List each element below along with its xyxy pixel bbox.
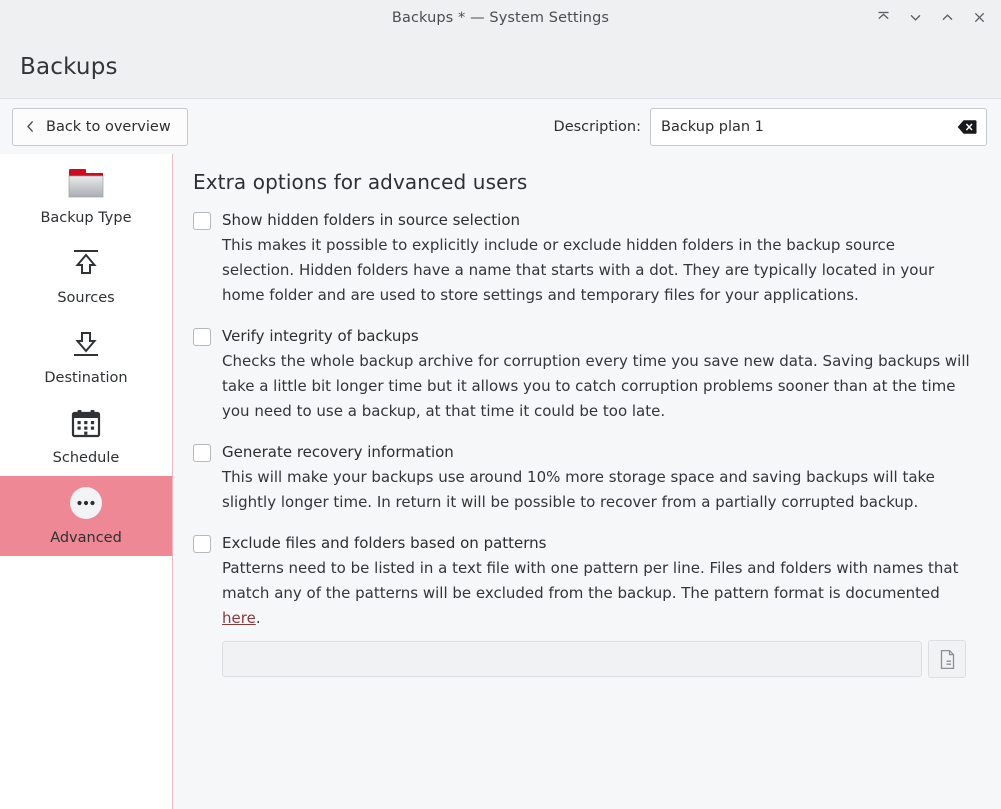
sidebar-item-sources[interactable]: Sources: [0, 236, 172, 316]
app-header: Backups: [0, 35, 1001, 99]
download-icon: [69, 322, 103, 364]
show-hidden-folders-checkbox[interactable]: [193, 212, 211, 230]
option-description: Patterns need to be listed in a text fil…: [222, 556, 970, 631]
option-header: Show hidden folders in source selection: [193, 210, 979, 231]
sidebar-item-destination[interactable]: Destination: [0, 316, 172, 396]
window-title: Backups * — System Settings: [391, 9, 610, 26]
keep-above-icon[interactable]: [867, 2, 899, 34]
exclude-patterns-checkbox[interactable]: [193, 535, 211, 553]
page-title: Backups: [20, 53, 118, 80]
option-description: Checks the whole backup archive for corr…: [222, 352, 970, 420]
generate-recovery-information-checkbox[interactable]: [193, 444, 211, 462]
verify-integrity-checkbox[interactable]: [193, 328, 211, 346]
option-header: Generate recovery information: [193, 442, 979, 463]
option-verify-integrity: Verify integrity of backups Checks the w…: [193, 326, 979, 424]
file-document-icon[interactable]: [928, 640, 966, 678]
sidebar: Backup Type Sources Destination Schedule…: [0, 154, 173, 809]
maximize-icon[interactable]: [931, 2, 963, 34]
option-description-text-end: .: [255, 609, 261, 627]
sidebar-item-backup-type[interactable]: Backup Type: [0, 156, 172, 236]
option-header: Verify integrity of backups: [193, 326, 979, 347]
folder-icon: [65, 162, 107, 204]
pattern-file-input[interactable]: [222, 641, 922, 677]
window-titlebar: Backups * — System Settings: [0, 0, 1001, 35]
option-exclude-patterns: Exclude files and folders based on patte…: [193, 533, 979, 678]
sidebar-item-label: Schedule: [52, 450, 120, 466]
option-description: This will make your backups use around 1…: [222, 468, 935, 511]
option-description-text: Patterns need to be listed in a text fil…: [222, 559, 959, 602]
sidebar-item-advanced[interactable]: Advanced: [0, 476, 172, 556]
main-content: Extra options for advanced users Show hi…: [173, 154, 1001, 809]
content-heading: Extra options for advanced users: [193, 170, 528, 194]
back-to-overview-button[interactable]: Back to overview: [12, 107, 188, 146]
option-generate-recovery-information: Generate recovery information This will …: [193, 442, 979, 515]
minimize-icon[interactable]: [899, 2, 931, 34]
option-description: This makes it possible to explicitly inc…: [222, 236, 935, 304]
option-title: Verify integrity of backups: [222, 327, 419, 345]
sidebar-item-label: Sources: [57, 290, 115, 306]
description-input[interactable]: [651, 108, 986, 145]
toolbar: Back to overview Description:: [0, 99, 1001, 154]
calendar-icon: [70, 402, 102, 444]
pattern-format-doc-link[interactable]: here: [222, 609, 256, 627]
clear-text-icon[interactable]: [957, 119, 977, 134]
option-show-hidden-folders: Show hidden folders in source selection …: [193, 210, 979, 308]
back-to-overview-label: Back to overview: [46, 118, 171, 135]
option-title: Generate recovery information: [222, 443, 454, 461]
sidebar-item-label: Backup Type: [40, 210, 132, 226]
description-input-box[interactable]: [650, 107, 987, 146]
body: Backup Type Sources Destination Schedule…: [0, 154, 1001, 809]
chevron-left-icon: [24, 119, 37, 134]
window-controls: [867, 0, 995, 35]
sidebar-item-label: Destination: [44, 370, 128, 386]
option-title: Show hidden folders in source selection: [222, 211, 521, 229]
option-header: Exclude files and folders based on patte…: [193, 533, 979, 554]
sidebar-item-schedule[interactable]: Schedule: [0, 396, 172, 476]
description-label: Description:: [553, 118, 641, 135]
more-options-icon: [68, 482, 104, 524]
upload-icon: [69, 242, 103, 284]
description-field-group: Description:: [553, 107, 987, 146]
pattern-file-row: [222, 640, 979, 678]
option-title: Exclude files and folders based on patte…: [222, 534, 547, 552]
close-icon[interactable]: [963, 2, 995, 34]
sidebar-item-label: Advanced: [50, 530, 122, 546]
